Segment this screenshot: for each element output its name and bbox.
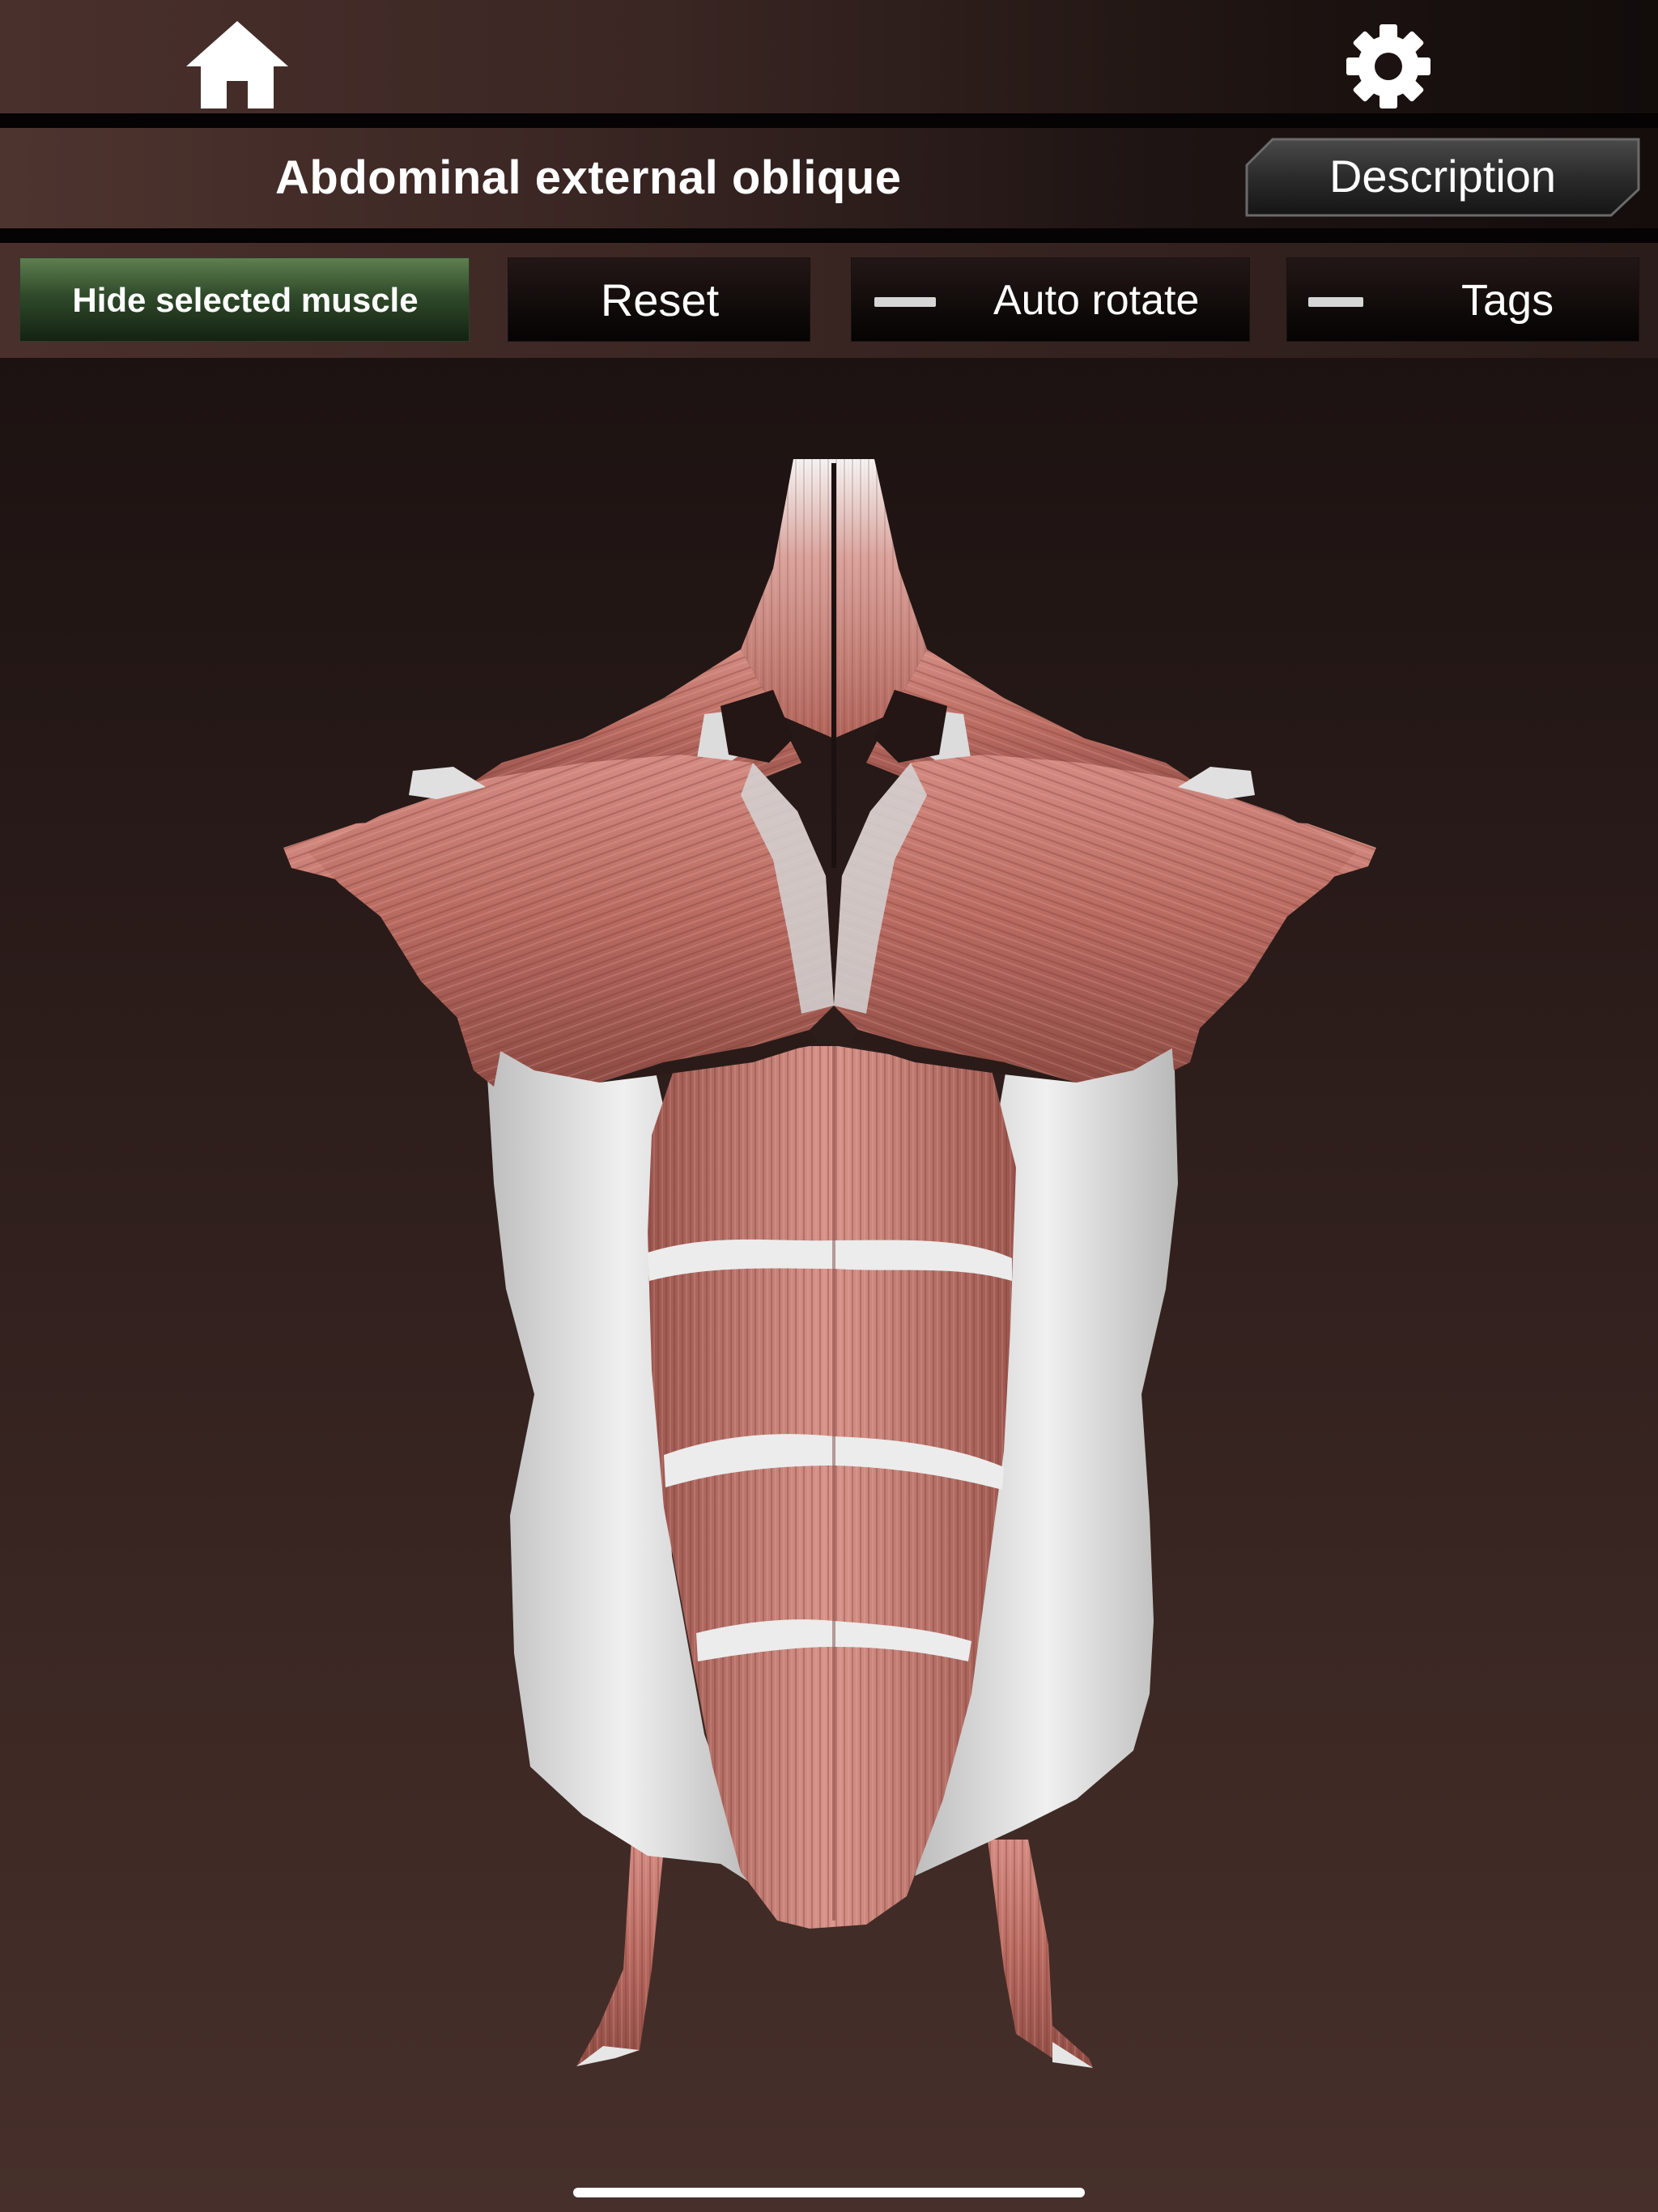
title-bar: Abdominal external oblique Description bbox=[0, 128, 1658, 228]
gear-icon bbox=[1346, 24, 1431, 108]
settings-button[interactable] bbox=[1340, 19, 1437, 113]
home-button[interactable] bbox=[185, 18, 290, 113]
auto-rotate-toggle[interactable]: Auto rotate bbox=[851, 257, 1250, 342]
tags-off-indicator-icon bbox=[1308, 297, 1363, 307]
auto-rotate-off-indicator-icon bbox=[874, 297, 936, 307]
tags-label: Tags bbox=[1461, 276, 1554, 325]
hide-selected-muscle-button[interactable]: Hide selected muscle bbox=[19, 257, 470, 342]
home-icon bbox=[186, 21, 288, 108]
description-label: Description bbox=[1329, 151, 1557, 202]
3d-model-viewport[interactable] bbox=[0, 358, 1658, 2172]
title-divider bbox=[0, 228, 1658, 243]
home-indicator-bar[interactable] bbox=[573, 2188, 1085, 2197]
selected-muscle-title: Abdominal external oblique bbox=[275, 151, 902, 204]
reset-label: Reset bbox=[600, 274, 720, 325]
hide-selected-muscle-label: Hide selected muscle bbox=[72, 281, 419, 319]
reset-button[interactable]: Reset bbox=[508, 257, 810, 342]
app-screen: Abdominal external oblique Description H… bbox=[0, 0, 1658, 2212]
lower-right-muscle-strand[interactable] bbox=[988, 1840, 1093, 2068]
tags-toggle[interactable]: Tags bbox=[1286, 257, 1639, 342]
lower-left-muscle-strand[interactable] bbox=[576, 1840, 664, 2066]
right-pectoralis-major[interactable] bbox=[834, 755, 1356, 1083]
torso-muscle-model[interactable] bbox=[0, 358, 1658, 2172]
auto-rotate-label: Auto rotate bbox=[993, 277, 1200, 324]
toolbar: Hide selected muscle Reset Auto rotate T… bbox=[0, 243, 1658, 358]
top-bar bbox=[0, 0, 1658, 113]
left-pectoralis-major[interactable] bbox=[308, 755, 834, 1083]
description-button[interactable]: Description bbox=[1245, 138, 1640, 217]
header-divider bbox=[0, 113, 1658, 128]
